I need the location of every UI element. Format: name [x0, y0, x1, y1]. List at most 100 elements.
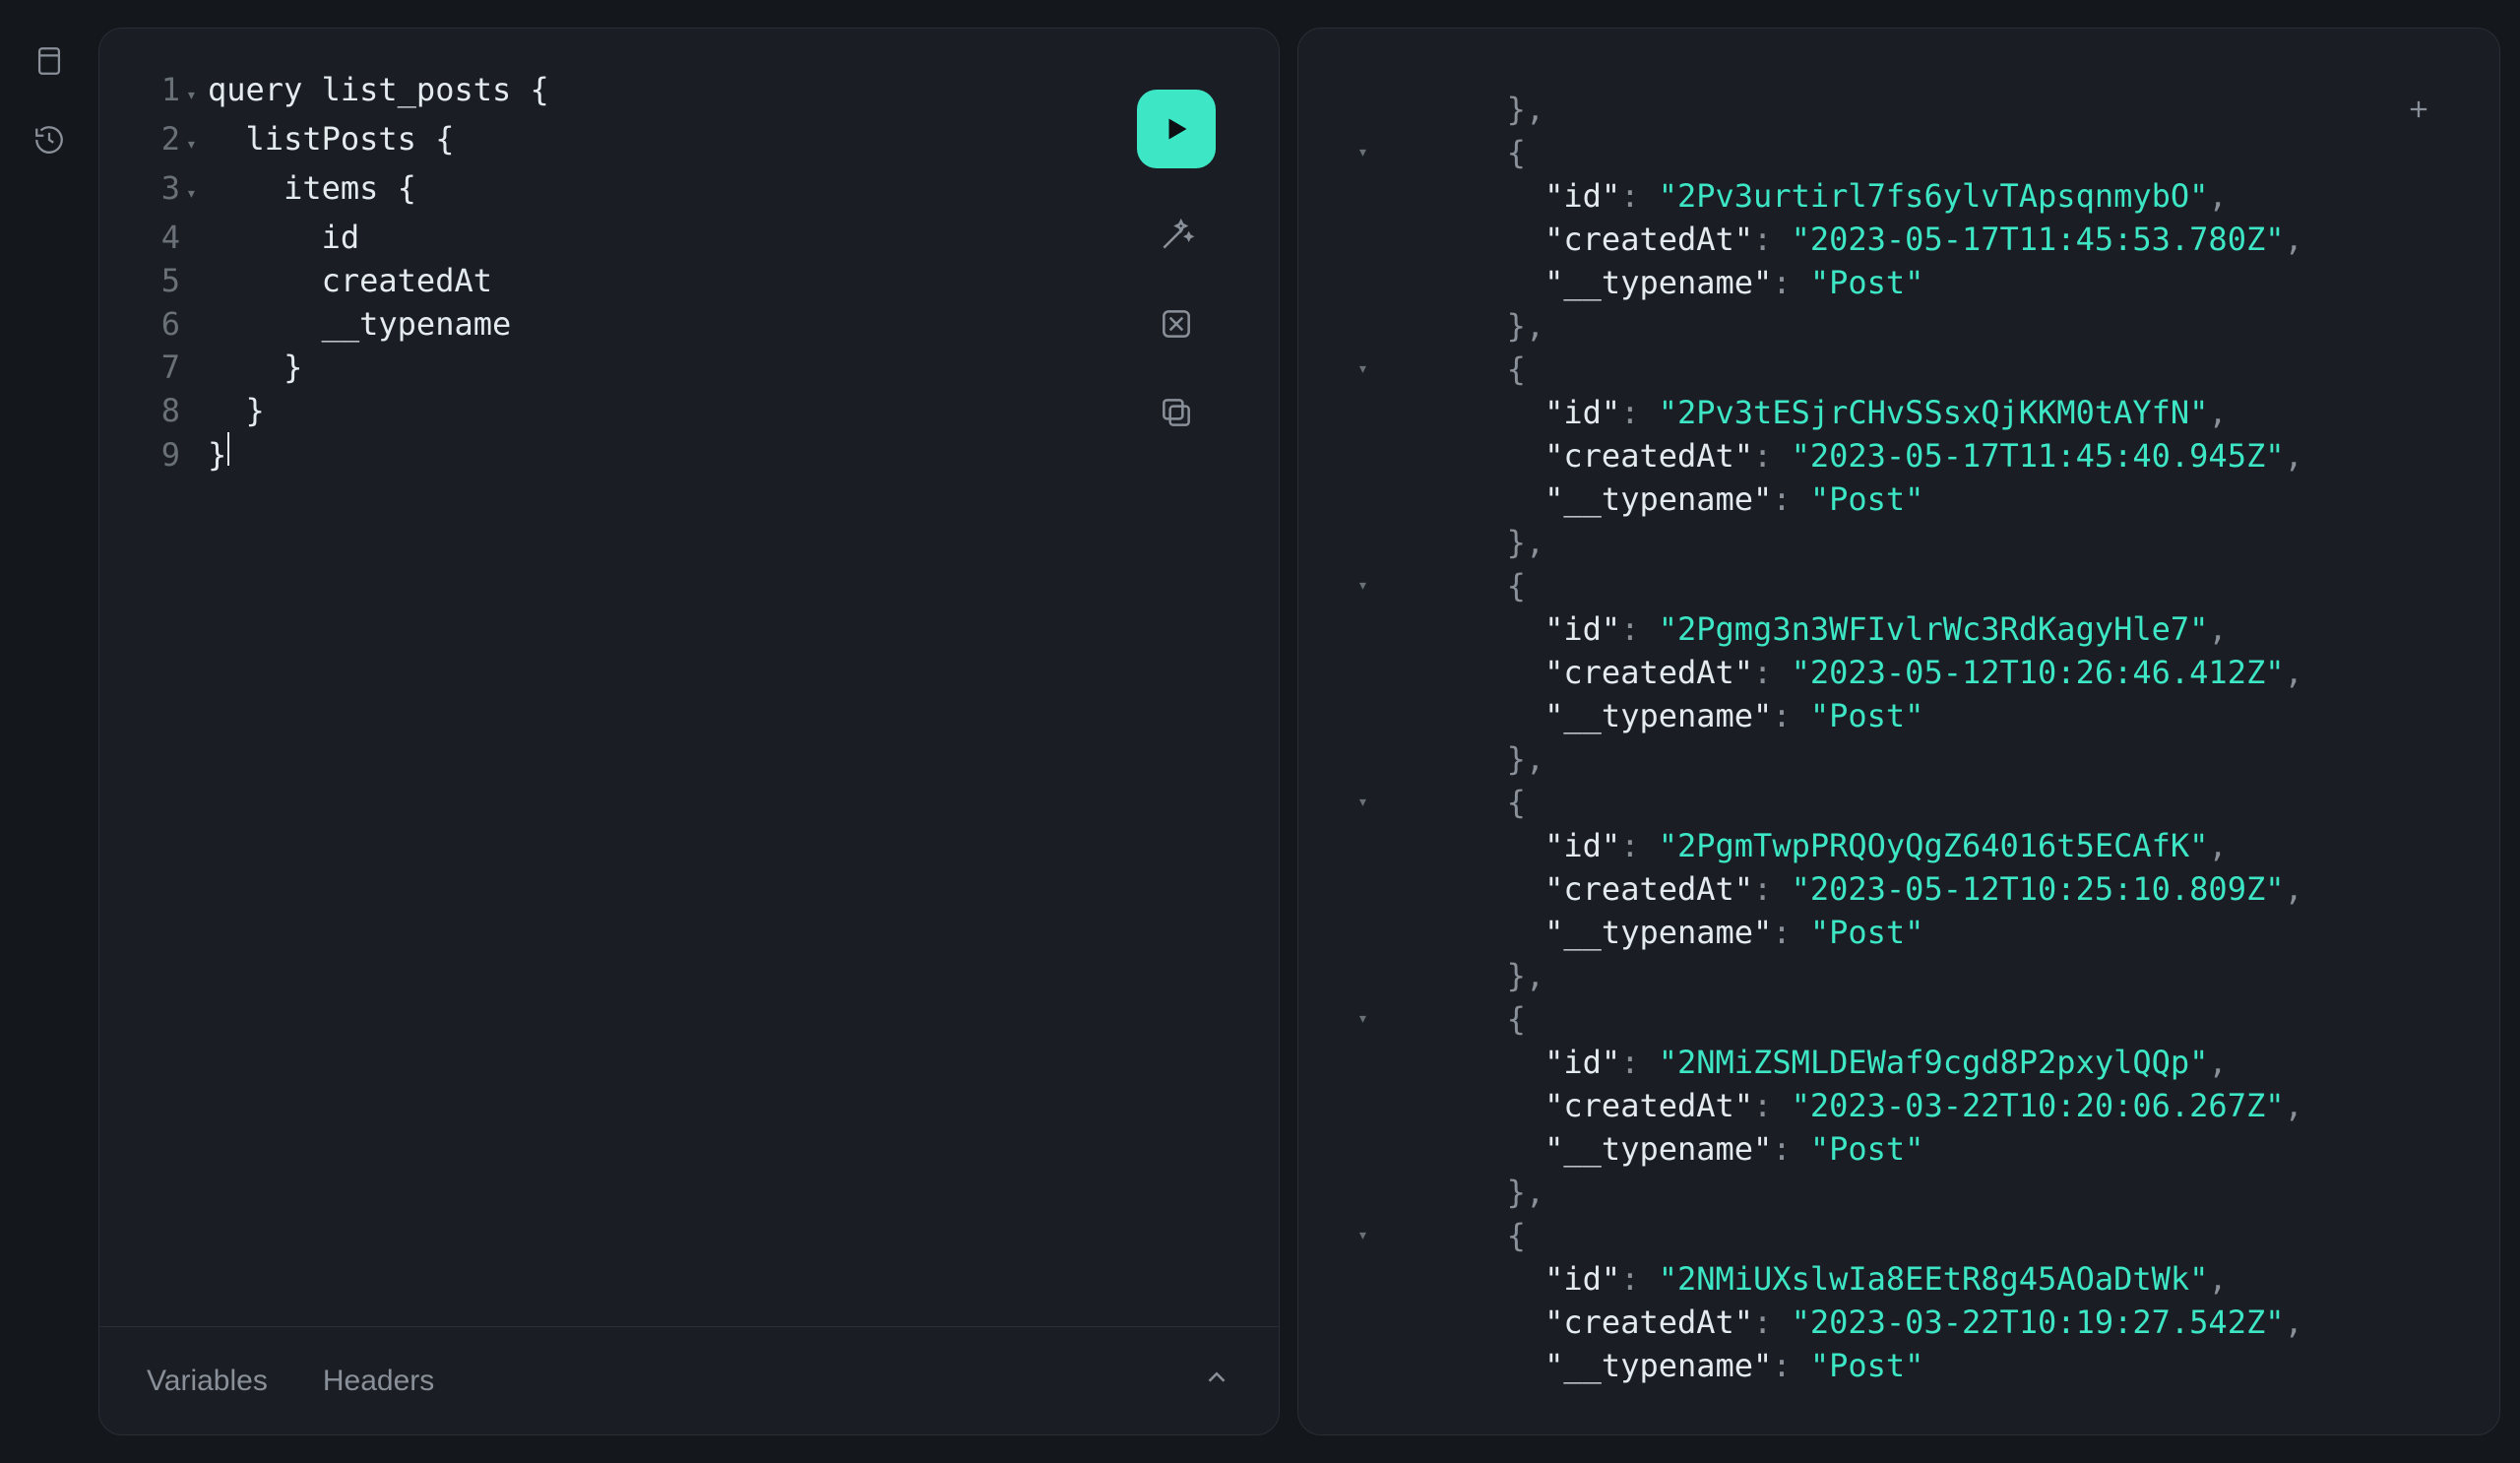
bottom-bar: Variables Headers — [99, 1326, 1279, 1434]
fold-toggle — [1357, 1041, 1393, 1084]
json-line: }, — [1357, 304, 2460, 348]
json-text: }, — [1393, 1171, 1544, 1214]
json-line: ▾ { — [1357, 997, 2460, 1041]
json-text: }, — [1393, 954, 1544, 997]
json-text: { — [1393, 564, 1526, 607]
fold-toggle[interactable]: ▾ — [186, 172, 208, 216]
fold-toggle[interactable]: ▾ — [186, 123, 208, 166]
result-scroll[interactable]: },▾ { "id": "2Pv3urtirl7fs6ylvTApsqnmybO… — [1298, 29, 2499, 1434]
fold-toggle — [1357, 694, 1393, 737]
docs-button[interactable] — [28, 39, 71, 83]
fold-toggle — [1357, 477, 1393, 521]
code-text: createdAt — [208, 259, 492, 302]
fold-toggle — [1357, 304, 1393, 348]
json-text: "createdAt": "2023-05-17T11:45:53.780Z", — [1393, 218, 2303, 261]
json-text: "__typename": "Post" — [1393, 261, 1923, 304]
code-text: } — [208, 389, 265, 432]
code-line: 2▾ listPosts { — [139, 117, 1239, 166]
json-line: "createdAt": "2023-03-22T10:19:27.542Z", — [1357, 1301, 2460, 1344]
prettify-button[interactable] — [1155, 214, 1198, 257]
json-text: { — [1393, 997, 1526, 1041]
json-text: "createdAt": "2023-05-12T10:26:46.412Z", — [1393, 651, 2303, 694]
json-text: "id": "2Pv3tESjrCHvSSsxQjKKM0tAYfN", — [1393, 391, 2228, 434]
tab-headers[interactable]: Headers — [323, 1365, 434, 1398]
left-rail — [0, 0, 98, 1463]
fold-toggle[interactable]: ▾ — [1357, 997, 1393, 1041]
json-text: { — [1393, 1214, 1526, 1257]
code-line: 5 createdAt — [139, 259, 1239, 302]
editor-wrap: 1▾query list_posts {2▾ listPosts {3▾ ite… — [99, 29, 1279, 1326]
fold-toggle — [1357, 391, 1393, 434]
copy-icon — [1158, 394, 1195, 431]
line-number: 8 — [139, 389, 186, 432]
fold-toggle[interactable]: ▾ — [1357, 564, 1393, 607]
json-text: "id": "2NMiZSMLDEWaf9cgd8P2pxylQQp", — [1393, 1041, 2228, 1084]
expand-toggle[interactable] — [1202, 1363, 1231, 1400]
code-text: query list_posts { — [208, 68, 549, 111]
fold-toggle — [1357, 434, 1393, 477]
json-text: "__typename": "Post" — [1393, 1127, 1923, 1171]
code-line: 6 __typename — [139, 302, 1239, 346]
run-button[interactable] — [1137, 90, 1216, 168]
json-line: "createdAt": "2023-05-12T10:26:46.412Z", — [1357, 651, 2460, 694]
fold-toggle[interactable]: ▾ — [186, 74, 208, 117]
json-text: { — [1393, 131, 1526, 174]
history-button[interactable] — [28, 118, 71, 161]
result-pane: },▾ { "id": "2Pv3urtirl7fs6ylvTApsqnmybO… — [1297, 28, 2500, 1435]
result-json: },▾ { "id": "2Pv3urtirl7fs6ylvTApsqnmybO… — [1357, 88, 2460, 1387]
code-text: id — [208, 216, 359, 259]
code-text: } — [208, 346, 302, 389]
fold-toggle — [1357, 1127, 1393, 1171]
merge-icon — [1158, 305, 1195, 343]
code-text: __typename — [208, 302, 511, 346]
fold-toggle — [1357, 1171, 1393, 1214]
json-text: "createdAt": "2023-05-12T10:25:10.809Z", — [1393, 867, 2303, 911]
json-text: "createdAt": "2023-03-22T10:19:27.542Z", — [1393, 1301, 2303, 1344]
json-line: "id": "2Pv3tESjrCHvSSsxQjKKM0tAYfN", — [1357, 391, 2460, 434]
json-line: "createdAt": "2023-03-22T10:20:06.267Z", — [1357, 1084, 2460, 1127]
app-root: 1▾query list_posts {2▾ listPosts {3▾ ite… — [0, 0, 2520, 1463]
history-icon — [32, 123, 66, 157]
json-line: ▾ { — [1357, 348, 2460, 391]
fold-toggle — [1357, 824, 1393, 867]
docs-icon — [32, 44, 66, 78]
merge-button[interactable] — [1155, 302, 1198, 346]
code-text: listPosts { — [208, 117, 454, 160]
fold-toggle[interactable]: ▾ — [1357, 131, 1393, 174]
json-line: "createdAt": "2023-05-12T10:25:10.809Z", — [1357, 867, 2460, 911]
json-line: }, — [1357, 521, 2460, 564]
code-line: 3▾ items { — [139, 166, 1239, 216]
code-text: items { — [208, 166, 416, 210]
play-icon — [1159, 111, 1194, 147]
json-text: }, — [1393, 88, 1544, 131]
json-line: "createdAt": "2023-05-17T11:45:53.780Z", — [1357, 218, 2460, 261]
json-line: "id": "2NMiZSMLDEWaf9cgd8P2pxylQQp", — [1357, 1041, 2460, 1084]
tab-variables[interactable]: Variables — [147, 1365, 268, 1398]
code-line: 9} — [139, 432, 1239, 477]
json-text: "__typename": "Post" — [1393, 477, 1923, 521]
code-editor[interactable]: 1▾query list_posts {2▾ listPosts {3▾ ite… — [139, 68, 1239, 477]
json-line: "id": "2PgmTwpPRQOyQgZ64016t5ECAfK", — [1357, 824, 2460, 867]
fold-toggle — [1357, 1344, 1393, 1387]
fold-toggle — [1357, 174, 1393, 218]
json-text: }, — [1393, 737, 1544, 781]
json-line: "id": "2Pv3urtirl7fs6ylvTApsqnmybO", — [1357, 174, 2460, 218]
fold-toggle[interactable]: ▾ — [1357, 1214, 1393, 1257]
wand-icon — [1158, 217, 1195, 254]
line-number: 9 — [139, 433, 186, 477]
line-number: 6 — [139, 302, 186, 346]
json-text: "id": "2PgmTwpPRQOyQgZ64016t5ECAfK", — [1393, 824, 2228, 867]
copy-button[interactable] — [1155, 391, 1198, 434]
json-line: }, — [1357, 737, 2460, 781]
fold-toggle — [1357, 218, 1393, 261]
code-line: 7 } — [139, 346, 1239, 389]
chevron-up-icon — [1202, 1363, 1231, 1392]
fold-toggle[interactable]: ▾ — [1357, 781, 1393, 824]
json-text: { — [1393, 348, 1526, 391]
split-view: 1▾query list_posts {2▾ listPosts {3▾ ite… — [98, 0, 2520, 1463]
fold-toggle — [1357, 521, 1393, 564]
json-line: "__typename": "Post" — [1357, 694, 2460, 737]
line-number: 1 — [139, 68, 186, 111]
json-line: "createdAt": "2023-05-17T11:45:40.945Z", — [1357, 434, 2460, 477]
fold-toggle[interactable]: ▾ — [1357, 348, 1393, 391]
